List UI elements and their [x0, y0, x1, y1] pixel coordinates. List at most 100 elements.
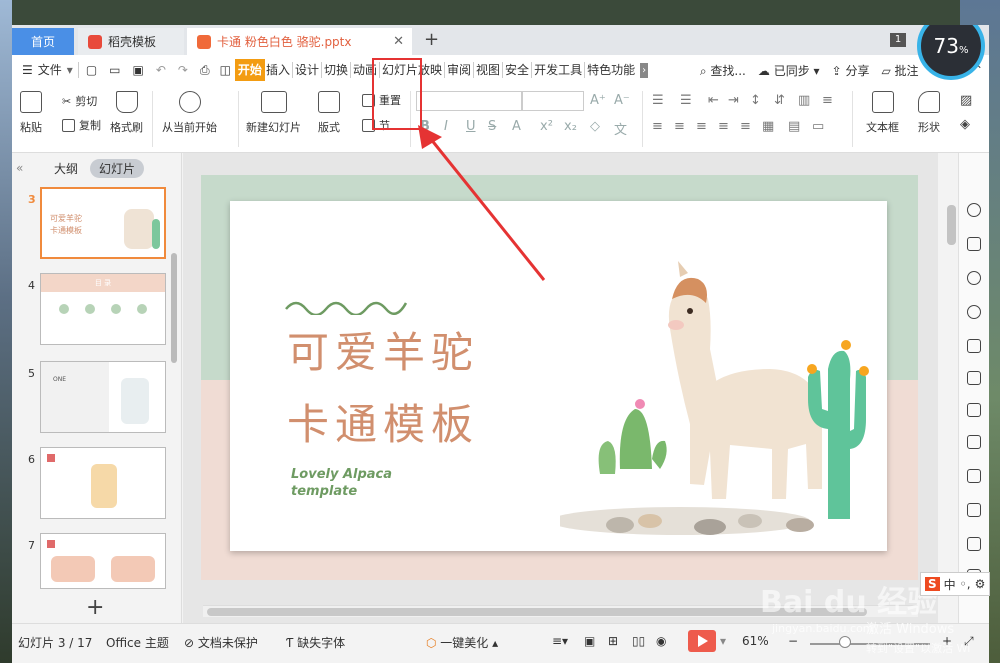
zoom-level[interactable]: 61%: [742, 634, 769, 648]
normal-view-icon[interactable]: ▣: [584, 634, 595, 648]
ime-toolbar[interactable]: S 中 ◦, ⚙: [920, 572, 991, 596]
preview-icon[interactable]: ◫: [220, 63, 231, 77]
menu-features[interactable]: 特色功能: [586, 59, 636, 81]
panel-scrollbar[interactable]: [171, 253, 177, 363]
menu-transition[interactable]: 切换: [323, 59, 349, 81]
tab-document[interactable]: 卡通 粉色白色 骆驼.pptx ✕: [187, 28, 412, 55]
increase-font-icon[interactable]: A⁺: [590, 93, 606, 108]
image-gallery-icon[interactable]: [967, 469, 981, 483]
ime-settings-icon[interactable]: ⚙: [975, 577, 986, 591]
layers-icon[interactable]: ◈: [960, 117, 970, 132]
beautify-button[interactable]: ⬡ 一键美化 ▴: [426, 634, 498, 651]
triangle-icon[interactable]: [967, 339, 981, 353]
add-slide-button[interactable]: +: [86, 595, 104, 620]
slide-thumbnail[interactable]: 目 录: [40, 273, 166, 345]
hamburger-icon[interactable]: ☰: [22, 63, 33, 77]
vertical-scrollbar[interactable]: [944, 153, 958, 623]
menu-file[interactable]: 文件: [37, 59, 63, 81]
slide-subtitle-line1[interactable]: Lovely Alpaca: [291, 467, 392, 482]
share-button[interactable]: ⇪ 分享: [832, 62, 870, 79]
archive-icon[interactable]: [967, 537, 981, 551]
subscript-icon[interactable]: x₂: [564, 119, 577, 134]
phonetic-icon[interactable]: 文: [614, 119, 627, 138]
decrease-font-icon[interactable]: A⁻: [614, 93, 630, 108]
shape-button[interactable]: 形状: [918, 91, 940, 135]
missing-font[interactable]: Ƭ 缺失字体: [286, 634, 345, 651]
notes-icon[interactable]: ≡▾: [552, 634, 568, 648]
align-left-icon[interactable]: ≡: [652, 119, 663, 134]
eraser-icon[interactable]: ◇: [590, 119, 600, 134]
menu-insert[interactable]: 插入: [265, 59, 291, 81]
picture-icon[interactable]: ▨: [960, 93, 972, 108]
search-box[interactable]: ⌕ 查找...: [700, 62, 746, 79]
collapse-panel-icon[interactable]: «: [16, 161, 23, 175]
ime-punct-icon[interactable]: ◦,: [960, 577, 971, 591]
shapes-icon[interactable]: [967, 271, 981, 285]
zoom-out-icon[interactable]: −: [788, 634, 798, 648]
cut-button[interactable]: ✂ 剪切: [62, 93, 97, 109]
copy-button[interactable]: 复制: [62, 117, 101, 133]
zoom-slider-thumb[interactable]: [839, 636, 851, 648]
theme-name[interactable]: Office 主题: [106, 634, 169, 651]
close-tab-icon[interactable]: ✕: [393, 34, 404, 49]
textbox-button[interactable]: 文本框: [866, 91, 899, 135]
tab-home[interactable]: 首页: [12, 28, 74, 55]
text-box-format-icon[interactable]: ▭: [812, 119, 824, 134]
menu-review[interactable]: 审阅: [446, 59, 472, 81]
grid-icon[interactable]: [967, 371, 981, 385]
slide-thumbnail[interactable]: [40, 447, 166, 519]
bullet-list-icon[interactable]: ☰: [652, 93, 664, 108]
chevron-down-icon[interactable]: ▾: [67, 63, 73, 77]
undo-icon[interactable]: ↶: [156, 63, 166, 77]
indent-increase-icon[interactable]: ⇥: [728, 93, 739, 108]
sorter-view-icon[interactable]: ⊞: [608, 634, 618, 648]
chart-icon[interactable]: [967, 403, 981, 417]
paste-button[interactable]: 粘贴: [20, 91, 42, 135]
play-slideshow-button[interactable]: [688, 630, 716, 652]
slide-subtitle-line2[interactable]: template: [291, 484, 357, 499]
reading-view-icon[interactable]: ▯▯: [632, 634, 645, 648]
align-right-icon[interactable]: ≡: [696, 119, 707, 134]
numbered-list-icon[interactable]: ☰: [680, 93, 692, 108]
slide-title-line2[interactable]: 卡通模板: [287, 391, 479, 452]
open-folder-icon[interactable]: ▭: [109, 63, 120, 77]
copy-style-icon[interactable]: [967, 237, 981, 251]
window-count-badge[interactable]: 1: [890, 33, 906, 47]
convert-icon[interactable]: ▤: [788, 119, 800, 134]
chevron-down-icon[interactable]: ▾: [720, 634, 726, 648]
tab-template[interactable]: 稻壳模板: [78, 28, 184, 55]
menu-home[interactable]: 开始: [234, 59, 265, 81]
sync-button[interactable]: ☁ 已同步 ▾: [758, 62, 820, 79]
menu-more-icon[interactable]: ›: [640, 62, 649, 78]
badge-icon[interactable]: [967, 305, 981, 319]
save-icon[interactable]: ▣: [133, 63, 144, 77]
menu-design[interactable]: 设计: [294, 59, 320, 81]
menu-view[interactable]: 视图: [475, 59, 501, 81]
redo-icon[interactable]: ↷: [178, 63, 188, 77]
slide-thumbnail[interactable]: ONE: [40, 361, 166, 433]
vertical-scroll-thumb[interactable]: [947, 205, 956, 245]
share-out-icon[interactable]: [967, 503, 981, 517]
current-slide[interactable]: 可爱羊驼 卡通模板 Lovely Alpaca template: [230, 201, 887, 551]
distribute-icon[interactable]: ≡: [740, 119, 751, 134]
smart-art-icon[interactable]: ▦: [762, 119, 774, 134]
new-slide-button[interactable]: 新建幻灯片: [246, 91, 301, 135]
font-size-select[interactable]: [522, 91, 584, 111]
tab-outline[interactable]: 大纲: [54, 160, 78, 177]
star-icon[interactable]: [967, 203, 981, 217]
column-icon[interactable]: ▥: [798, 93, 810, 108]
align-text-icon[interactable]: ≡: [822, 93, 833, 108]
text-direction-icon[interactable]: ⇵: [774, 93, 785, 108]
slide-thumbnail[interactable]: [40, 533, 166, 589]
line-spacing-icon[interactable]: ↕: [750, 93, 761, 108]
presenter-view-icon[interactable]: ◉: [656, 634, 666, 648]
tab-slides[interactable]: 幻灯片: [90, 158, 145, 178]
slide-title-line1[interactable]: 可爱羊驼: [287, 319, 479, 380]
ime-lang[interactable]: 中: [944, 576, 956, 593]
new-doc-icon[interactable]: ▢: [86, 63, 97, 77]
slide-thumbnail[interactable]: 可爱羊驼 卡通模板: [40, 187, 166, 259]
layout-button[interactable]: 版式: [318, 91, 340, 135]
align-center-icon[interactable]: ≡: [674, 119, 685, 134]
justify-icon[interactable]: ≡: [718, 119, 729, 134]
indent-decrease-icon[interactable]: ⇤: [708, 93, 719, 108]
